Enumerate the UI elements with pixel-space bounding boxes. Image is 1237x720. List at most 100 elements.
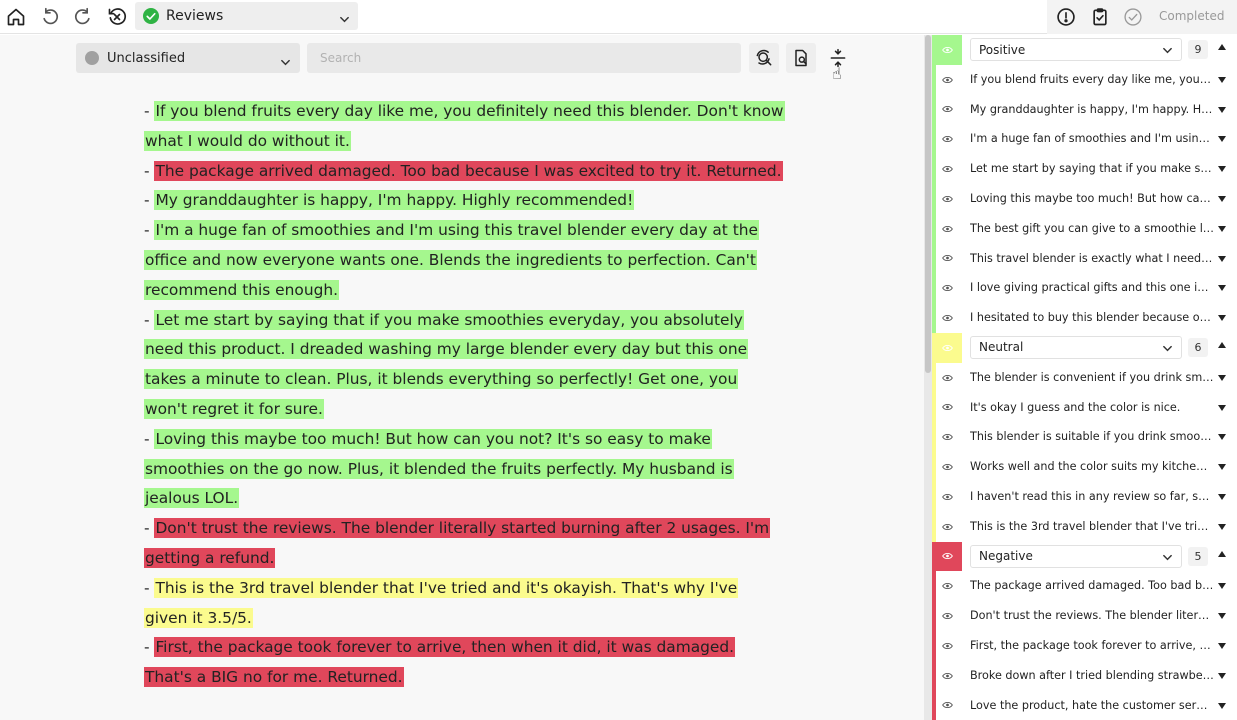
sidebar-review-text[interactable]: This is the 3rd travel blender that I've… (970, 512, 1214, 542)
eye-icon[interactable] (932, 482, 962, 512)
home-icon[interactable] (4, 5, 28, 29)
sidebar-review-text[interactable]: I love giving practical gifts and this o… (970, 273, 1214, 303)
highlighted-review[interactable]: I'm a huge fan of smoothies and I'm usin… (144, 220, 759, 300)
review-sentence[interactable]: - I'm a huge fan of smoothies and I'm us… (144, 216, 784, 305)
group-class-dropdown[interactable]: Neutral (970, 335, 1182, 359)
sidebar-review-text[interactable]: The best gift you can give to a smoothie… (970, 214, 1214, 244)
expand-arrow-icon[interactable] (1218, 642, 1226, 649)
sidebar-review-item[interactable]: Loving this maybe too much! But how can … (932, 183, 1237, 214)
eye-icon[interactable] (932, 571, 962, 601)
class-filter-dropdown[interactable]: Unclassified (76, 43, 300, 73)
expand-arrow-icon[interactable] (1218, 493, 1226, 500)
review-sentence[interactable]: - This is the 3rd travel blender that I'… (144, 574, 784, 634)
sidebar-review-text[interactable]: If you blend fruits every day like me, y… (970, 65, 1214, 95)
eye-icon[interactable] (932, 452, 962, 482)
sidebar-review-text[interactable]: Love the product, hate the customer serv… (970, 691, 1214, 720)
review-sentence[interactable]: - Loving this maybe too much! But how ca… (144, 425, 784, 514)
expand-arrow-icon[interactable] (1218, 702, 1226, 709)
sidebar-review-item[interactable]: Love the product, hate the customer serv… (932, 690, 1237, 720)
expand-arrow-icon[interactable] (1218, 613, 1226, 620)
sidebar-review-item[interactable]: I love giving practical gifts and this o… (932, 273, 1237, 304)
sidebar-review-item[interactable]: The blender is convenient if you drink s… (932, 362, 1237, 393)
group-class-dropdown[interactable]: Positive (970, 38, 1182, 61)
group-class-dropdown[interactable]: Negative (970, 544, 1182, 568)
review-sentence[interactable]: - First, the package took forever to arr… (144, 633, 784, 693)
eye-icon[interactable] (932, 661, 962, 691)
sidebar-review-item[interactable]: Works well and the color suits my kitche… (932, 452, 1237, 482)
sidebar-review-text[interactable]: First, the package took forever to arriv… (970, 631, 1214, 661)
eye-icon[interactable] (932, 244, 962, 274)
sidebar-review-item[interactable]: If you blend fruits every day like me, y… (932, 64, 1237, 95)
expand-arrow-icon[interactable] (1218, 106, 1226, 113)
eye-icon[interactable] (932, 303, 962, 333)
expand-arrow-icon[interactable] (1218, 583, 1226, 590)
expand-arrow-icon[interactable] (1218, 434, 1226, 441)
sidebar-review-item[interactable]: Don't trust the reviews. The blender lit… (932, 601, 1237, 631)
expand-arrow-icon[interactable] (1218, 315, 1226, 322)
expand-arrow-icon[interactable] (1218, 374, 1226, 381)
sidebar-review-text[interactable]: The blender is convenient if you drink s… (970, 363, 1214, 393)
completed-button[interactable]: Completed (1159, 9, 1224, 23)
sidebar-review-item[interactable]: Broke down after I tried blending strawb… (932, 660, 1237, 691)
collapse-arrow-icon[interactable] (1218, 44, 1226, 50)
sidebar-review-text[interactable]: Works well and the color suits my kitche… (970, 452, 1214, 482)
eye-icon[interactable] (932, 601, 962, 631)
sidebar-review-item[interactable]: I'm a huge fan of smoothies and I'm usin… (932, 124, 1237, 155)
sidebar-review-item[interactable]: This blender is suitable if you drink sm… (932, 422, 1237, 453)
eye-icon[interactable] (932, 124, 962, 154)
undo-icon[interactable] (38, 5, 62, 29)
expand-arrow-icon[interactable] (1218, 166, 1226, 173)
collapse-arrow-icon[interactable] (1218, 341, 1226, 348)
eye-icon[interactable] (932, 214, 962, 244)
expand-arrow-icon[interactable] (1218, 225, 1226, 232)
document-search-button[interactable] (786, 43, 816, 73)
document-selector[interactable]: Reviews (135, 2, 358, 30)
expand-arrow-icon[interactable] (1218, 672, 1226, 679)
eye-icon[interactable] (932, 273, 962, 303)
eye-icon[interactable] (932, 95, 962, 125)
expand-arrow-icon[interactable] (1218, 464, 1226, 471)
highlighted-review[interactable]: Loving this maybe too much! But how can … (144, 428, 734, 509)
history-reset-icon[interactable] (105, 5, 129, 29)
sidebar-review-item[interactable]: The package arrived damaged. Too bad bec… (932, 571, 1237, 602)
sidebar-review-item[interactable]: The best gift you can give to a smoothie… (932, 213, 1237, 244)
sidebar-review-item[interactable]: I haven't read this in any review so far… (932, 481, 1237, 512)
sidebar-review-text[interactable]: I hesitated to buy this blender because … (970, 303, 1214, 333)
expand-arrow-icon[interactable] (1218, 523, 1226, 530)
review-sentence[interactable]: - Don't trust the reviews. The blender l… (144, 514, 784, 574)
sidebar-review-text[interactable]: Let me start by saying that if you make … (970, 154, 1214, 184)
review-sentence[interactable]: - Let me start by saying that if you mak… (144, 306, 784, 425)
eye-icon[interactable] (932, 512, 962, 542)
sidebar-review-item[interactable]: It's okay I guess and the color is nice. (932, 392, 1237, 423)
collapse-arrow-icon[interactable] (1218, 550, 1226, 557)
check-circle-icon[interactable] (1121, 5, 1145, 29)
sidebar-review-item[interactable]: First, the package took forever to arriv… (932, 630, 1237, 661)
sidebar-review-text[interactable]: Broke down after I tried blending strawb… (970, 661, 1214, 691)
sidebar-review-text[interactable]: Don't trust the reviews. The blender lit… (970, 601, 1214, 631)
sidebar-review-text[interactable]: This travel blender is exactly what I ne… (970, 244, 1214, 274)
eye-icon[interactable] (932, 541, 962, 572)
highlighted-review[interactable]: If you blend fruits every day like me, y… (144, 101, 785, 151)
highlighted-review[interactable]: Don't trust the reviews. The blender lit… (144, 518, 771, 568)
sidebar-review-text[interactable]: My granddaughter is happy, I'm happy. Hi… (970, 95, 1214, 125)
eye-icon[interactable] (932, 393, 962, 423)
eye-icon[interactable] (932, 631, 962, 661)
find-replace-button[interactable] (749, 43, 779, 73)
sidebar-review-text[interactable]: I'm a huge fan of smoothies and I'm usin… (970, 124, 1214, 154)
highlighted-review[interactable]: The package arrived damaged. Too bad bec… (154, 160, 783, 181)
expand-arrow-icon[interactable] (1218, 76, 1226, 83)
expand-arrow-icon[interactable] (1218, 195, 1226, 202)
expand-arrow-icon[interactable] (1218, 255, 1226, 262)
sidebar-review-text[interactable]: The package arrived damaged. Too bad bec… (970, 571, 1214, 601)
content-scrollbar[interactable] (924, 35, 932, 720)
sidebar-review-item[interactable]: This travel blender is exactly what I ne… (932, 243, 1237, 274)
sidebar-review-text[interactable]: It's okay I guess and the color is nice. (970, 393, 1214, 423)
eye-icon[interactable] (932, 65, 962, 95)
sidebar-review-item[interactable]: I hesitated to buy this blender because … (932, 303, 1237, 333)
eye-icon[interactable] (932, 363, 962, 393)
sidebar-review-item[interactable]: My granddaughter is happy, I'm happy. Hi… (932, 94, 1237, 125)
eye-icon[interactable] (932, 332, 962, 363)
review-sentence[interactable]: - The package arrived damaged. Too bad b… (144, 157, 784, 187)
sidebar-review-text[interactable]: This blender is suitable if you drink sm… (970, 422, 1214, 452)
highlighted-review[interactable]: Let me start by saying that if you make … (144, 309, 749, 419)
